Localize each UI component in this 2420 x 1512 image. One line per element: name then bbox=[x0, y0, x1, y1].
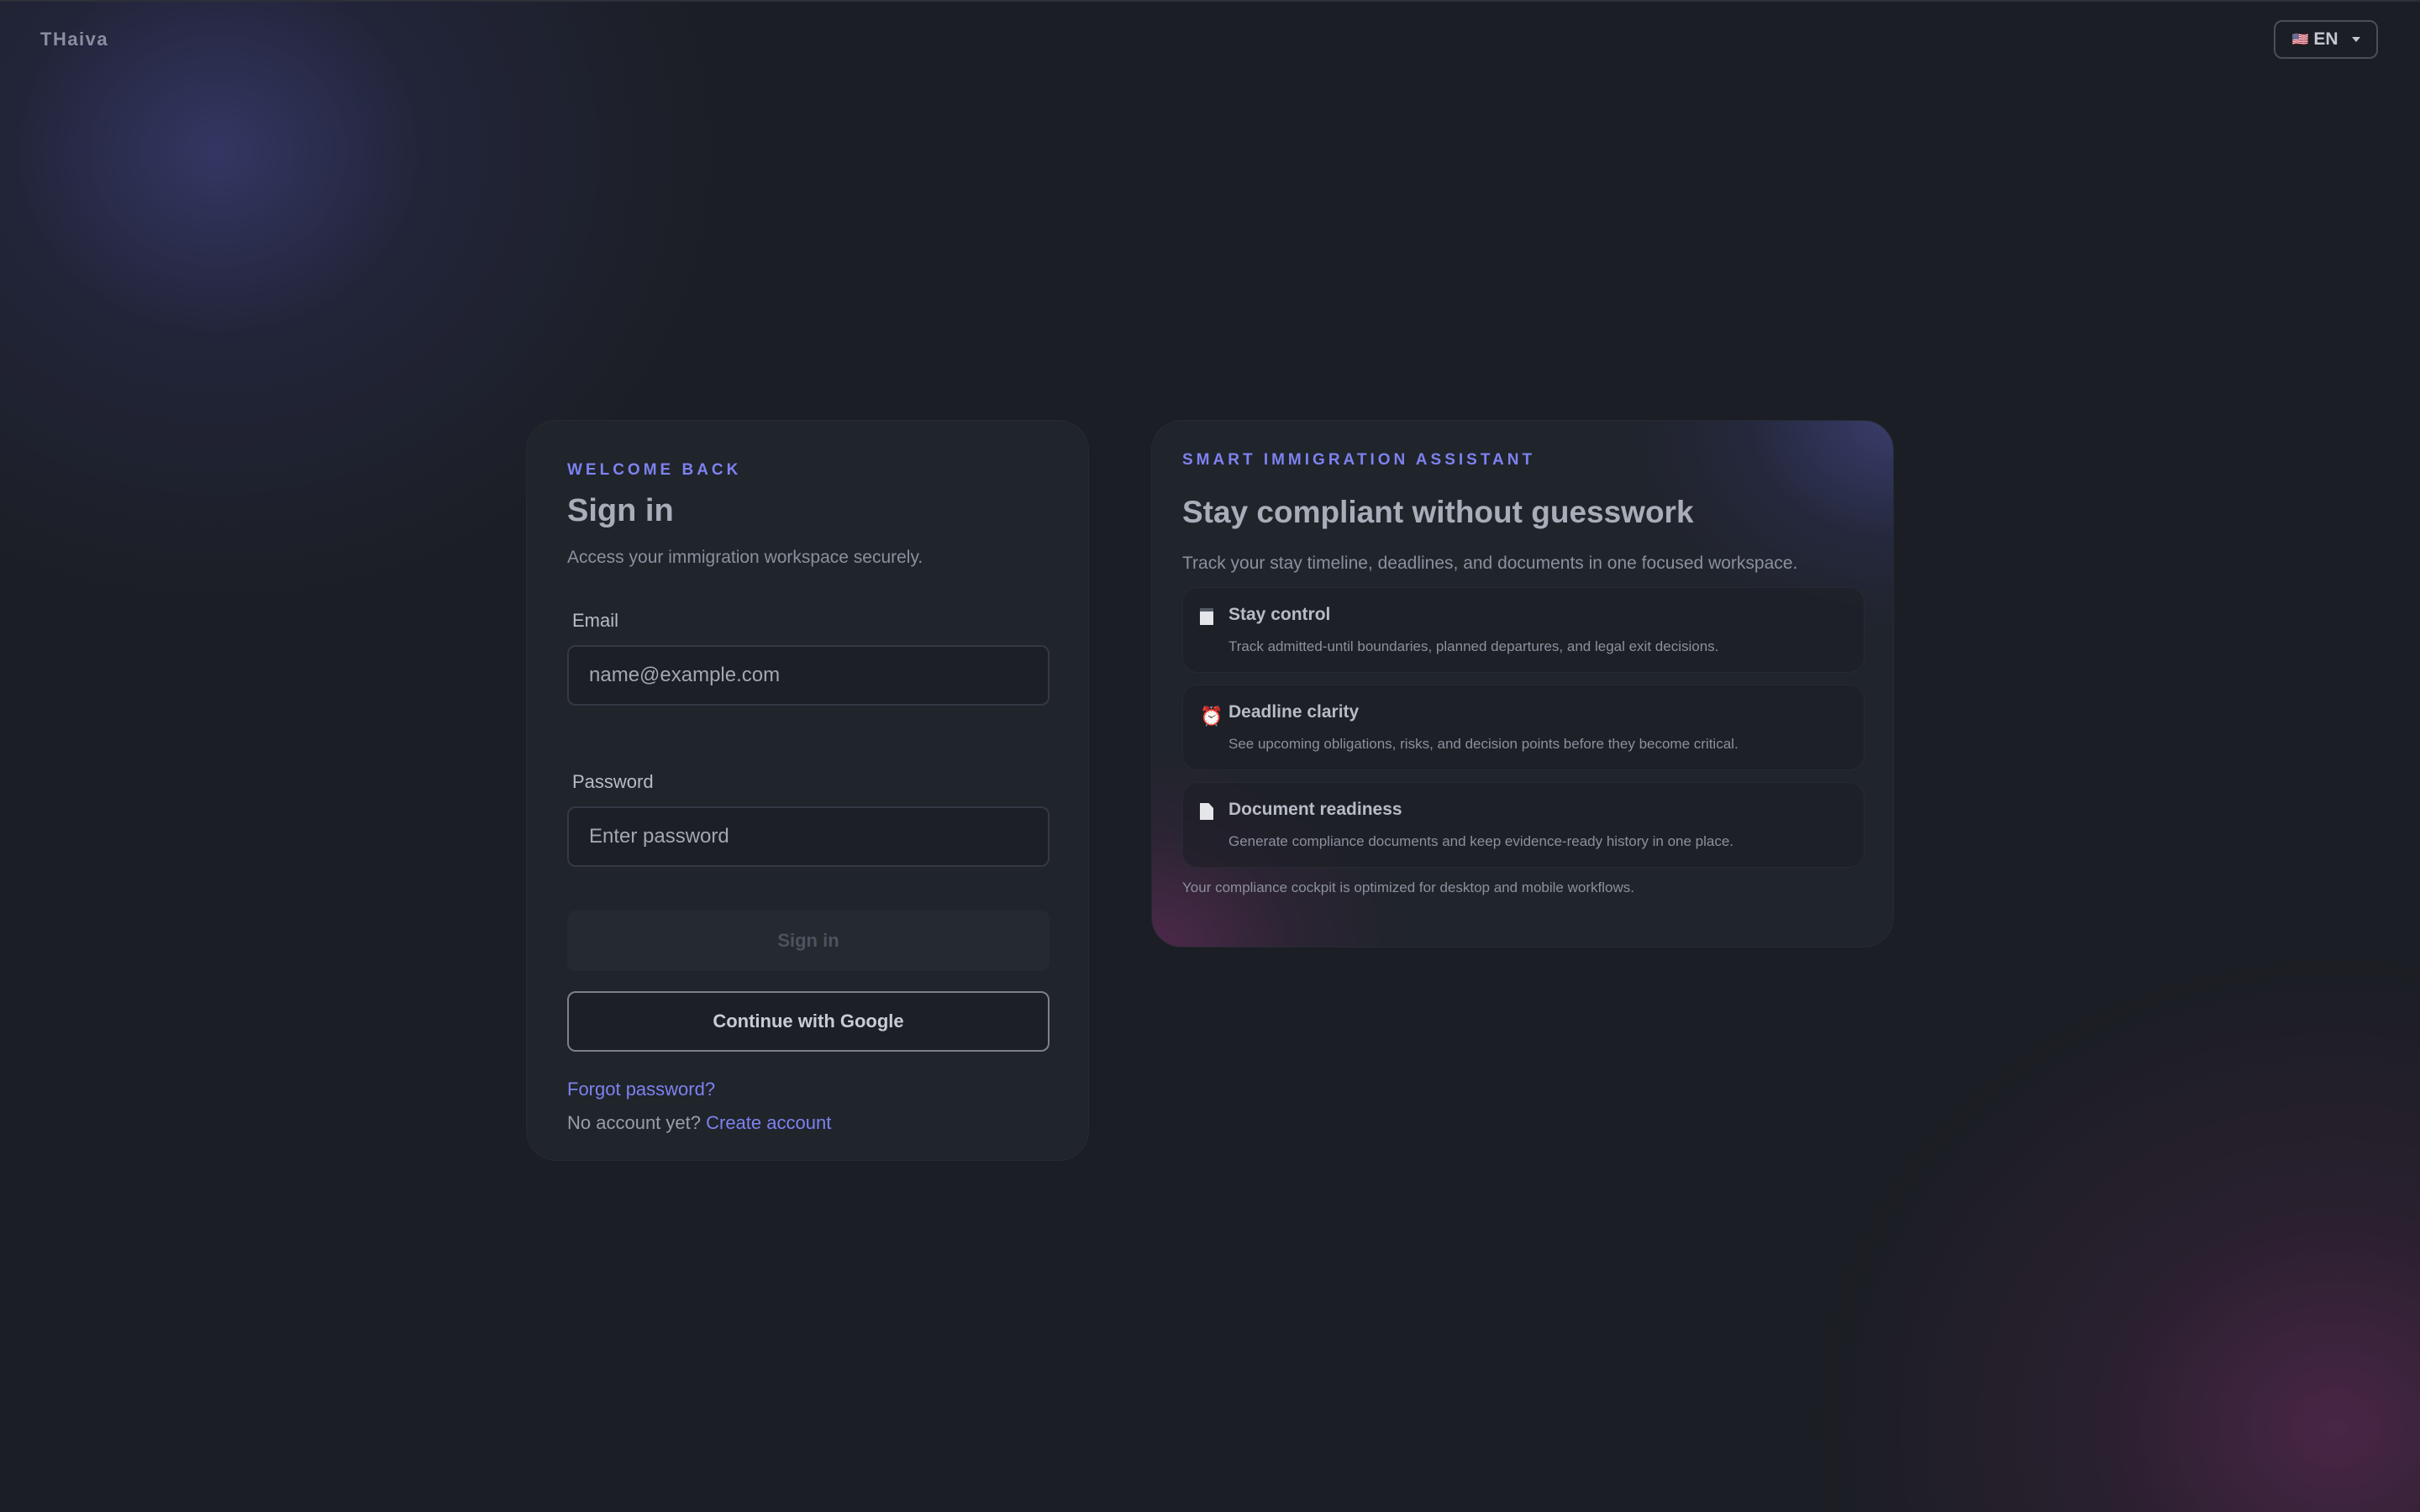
assistant-title: Stay compliant without guesswork bbox=[1182, 495, 1694, 529]
email-field[interactable] bbox=[567, 645, 1050, 706]
password-field[interactable] bbox=[567, 806, 1050, 867]
language-label: EN bbox=[2313, 29, 2338, 49]
feature-document-readiness: Document readiness Generate compliance d… bbox=[1182, 782, 1865, 868]
language-selector[interactable]: 🇺🇸 EN bbox=[2274, 20, 2378, 59]
feature-description: Generate compliance documents and keep e… bbox=[1228, 833, 1734, 849]
create-account-link[interactable]: Create account bbox=[706, 1112, 831, 1133]
signin-eyebrow: WELCOME BACK bbox=[567, 461, 742, 479]
document-icon bbox=[1200, 803, 1213, 825]
google-signin-button[interactable]: Continue with Google bbox=[567, 991, 1050, 1052]
feature-title: Deadline clarity bbox=[1228, 702, 1360, 722]
email-label: Email bbox=[572, 610, 619, 631]
us-flag-icon: 🇺🇸 bbox=[2291, 33, 2309, 47]
no-account-row: No account yet? Create account bbox=[567, 1112, 1048, 1134]
feature-description: See upcoming obligations, risks, and dec… bbox=[1228, 736, 1739, 752]
brand-logo[interactable]: THaiva bbox=[40, 29, 108, 50]
password-label: Password bbox=[572, 771, 654, 792]
signin-subtitle: Access your immigration workspace secure… bbox=[567, 548, 923, 567]
chevron-down-icon bbox=[2351, 37, 2360, 42]
assistant-footnote: Your compliance cockpit is optimized for… bbox=[1182, 879, 1634, 895]
feature-deadline-clarity: ⏰ Deadline clarity See upcoming obligati… bbox=[1182, 685, 1865, 770]
feature-title: Stay control bbox=[1228, 605, 1331, 624]
assistant-eyebrow: SMART IMMIGRATION ASSISTANT bbox=[1182, 451, 1536, 469]
note-icon bbox=[1200, 608, 1213, 630]
signin-button[interactable]: Sign in bbox=[567, 911, 1050, 971]
forgot-password-link[interactable]: Forgot password? bbox=[567, 1079, 1048, 1100]
feature-stay-control: Stay control Track admitted-until bounda… bbox=[1182, 587, 1865, 673]
signin-title: Sign in bbox=[567, 493, 674, 528]
alarm-clock-icon: ⏰ bbox=[1200, 706, 1223, 727]
assistant-panel: SMART IMMIGRATION ASSISTANT Stay complia… bbox=[1151, 420, 1894, 948]
assistant-lead: Track your stay timeline, deadlines, and… bbox=[1182, 554, 1798, 573]
feature-title: Document readiness bbox=[1228, 800, 1402, 819]
feature-list: Stay control Track admitted-until bounda… bbox=[1182, 587, 1865, 868]
no-account-text: No account yet? bbox=[567, 1112, 701, 1133]
top-border bbox=[0, 0, 2420, 2]
signin-card: WELCOME BACK Sign in Access your immigra… bbox=[526, 420, 1089, 1161]
feature-description: Track admitted-until boundaries, planned… bbox=[1228, 638, 1719, 654]
